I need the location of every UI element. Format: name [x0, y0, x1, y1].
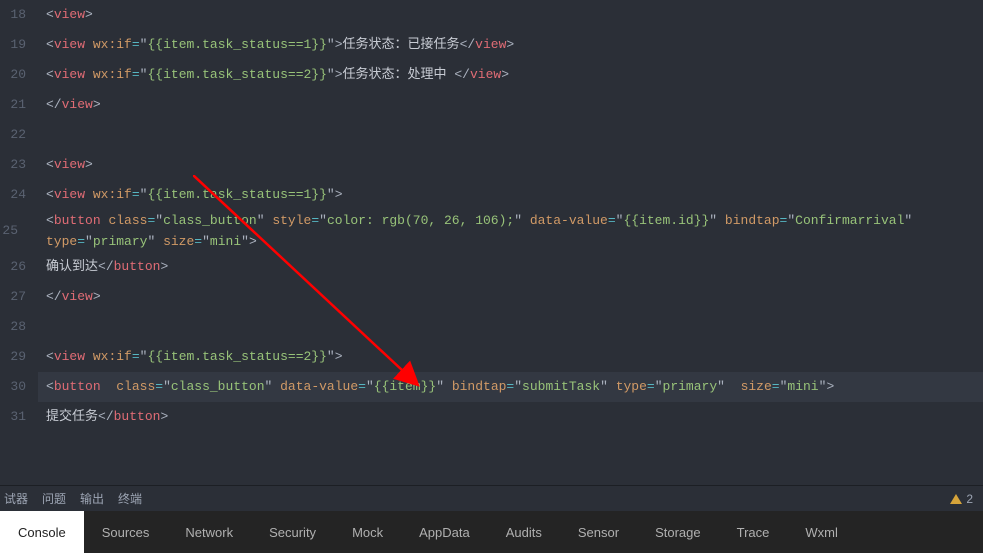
warning-badge[interactable]: 2	[950, 492, 973, 506]
line-number: 18	[0, 0, 26, 30]
mid-tab-row: 试器 问题 输出 终端 2	[0, 485, 983, 511]
code-line[interactable]: <view wx:if="{{item.task_status==2}}">任务…	[38, 60, 983, 90]
line-number: 30	[0, 372, 26, 402]
devtools-tab-row: Console Sources Network Security Mock Ap…	[0, 511, 983, 553]
panel-tab-sensor[interactable]: Sensor	[560, 511, 637, 553]
tab-problems[interactable]: 问题	[42, 490, 66, 507]
code-line[interactable]	[38, 120, 983, 150]
panel-tab-mock[interactable]: Mock	[334, 511, 401, 553]
panel-tab-sources[interactable]: Sources	[84, 511, 168, 553]
code-line[interactable]: </view>	[38, 90, 983, 120]
code-line[interactable]: </view>	[38, 282, 983, 312]
line-number: 31	[0, 402, 26, 432]
warning-icon	[950, 494, 962, 504]
code-editor[interactable]: 18 19 20 21 22 23 24 25 26 27 28 29 30 3…	[0, 0, 983, 485]
line-number: 28	[0, 312, 26, 342]
panel-tab-audits[interactable]: Audits	[488, 511, 560, 553]
tab-terminal[interactable]: 终端	[118, 490, 142, 507]
line-number: 20	[0, 60, 26, 90]
line-number: 27	[0, 282, 26, 312]
line-number: 29	[0, 342, 26, 372]
panel-tab-storage[interactable]: Storage	[637, 511, 719, 553]
code-line[interactable]: <view wx:if="{{item.task_status==1}}">任务…	[38, 30, 983, 60]
code-line[interactable]: <view wx:if="{{item.task_status==1}}">	[38, 180, 983, 210]
panel-tab-network[interactable]: Network	[167, 511, 251, 553]
line-number: 22	[0, 120, 26, 150]
warning-count: 2	[966, 492, 973, 506]
line-number: 25	[0, 210, 26, 252]
panel-tab-appdata[interactable]: AppData	[401, 511, 488, 553]
line-number: 26	[0, 252, 26, 282]
panel-tab-console[interactable]: Console	[0, 511, 84, 553]
code-line[interactable]: <view wx:if="{{item.task_status==2}}">	[38, 342, 983, 372]
code-line[interactable]: <view>	[38, 150, 983, 180]
line-number: 19	[0, 30, 26, 60]
code-line[interactable]: 提交任务</button>	[38, 402, 983, 432]
tab-output[interactable]: 输出	[80, 490, 104, 507]
line-number: 24	[0, 180, 26, 210]
code-line[interactable]: <view>	[38, 0, 983, 30]
code-line[interactable]: <button class="class_button" data-value=…	[38, 372, 983, 402]
code-area[interactable]: <view> <view wx:if="{{item.task_status==…	[38, 0, 983, 485]
panel-tab-wxml[interactable]: Wxml	[787, 511, 856, 553]
line-gutter: 18 19 20 21 22 23 24 25 26 27 28 29 30 3…	[0, 0, 38, 485]
panel-tab-security[interactable]: Security	[251, 511, 334, 553]
line-number: 23	[0, 150, 26, 180]
tab-debugger[interactable]: 试器	[4, 490, 28, 507]
code-line[interactable]: 确认到达</button>	[38, 252, 983, 282]
panel-tab-trace[interactable]: Trace	[719, 511, 788, 553]
code-line[interactable]: <button class="class_button" style="colo…	[38, 210, 983, 252]
line-number: 21	[0, 90, 26, 120]
code-line[interactable]	[38, 312, 983, 342]
